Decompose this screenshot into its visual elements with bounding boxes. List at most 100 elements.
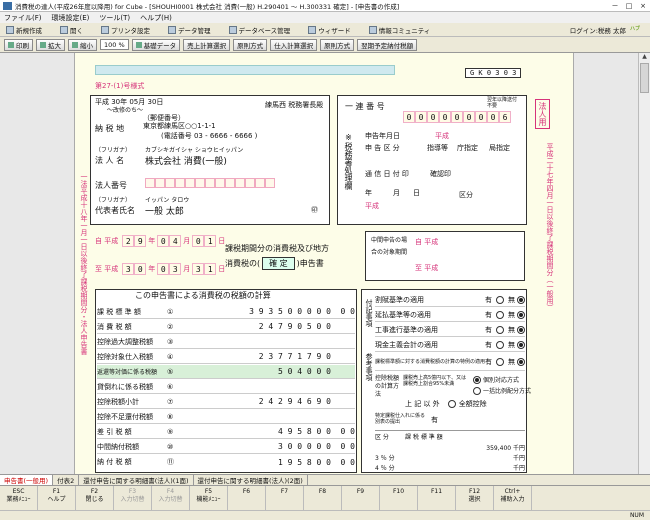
zoom-select[interactable]: 100 % (100, 39, 129, 50)
f9-key[interactable]: F9 (342, 486, 380, 510)
period-from-digit[interactable]: 0 (192, 235, 205, 247)
yes-radio[interactable] (496, 310, 504, 319)
corp-name[interactable]: 株式会社 消費(一般) (145, 154, 227, 167)
scroll-thumb[interactable] (640, 63, 649, 93)
esc-key[interactable]: ESC 業務ﾒﾆｭｰ (0, 486, 38, 510)
period-from-digit[interactable]: 2 (122, 235, 135, 247)
f12-key[interactable]: F12 選択 (456, 486, 494, 510)
period-to-digit[interactable]: 1 (204, 263, 217, 275)
f11-key[interactable]: F11 (418, 486, 456, 510)
maximize-button[interactable]: □ (622, 1, 636, 11)
scroll-up-icon[interactable]: ▲ (639, 53, 650, 63)
sales-calc-label: 売上計算選択 (187, 41, 227, 50)
no-radio[interactable] (517, 295, 525, 304)
new-button[interactable]: 新規作成 (4, 24, 44, 36)
row-value[interactable]: 1 9 5 8 0 0 (181, 458, 331, 467)
row-value[interactable]: 3 0 0 0 0 0 (181, 442, 331, 451)
base-data-button[interactable]: 基礎データ (131, 38, 181, 51)
row-label: 納 付 税 額 (97, 458, 132, 466)
no-radio[interactable] (517, 325, 525, 334)
top-input-bar[interactable] (95, 65, 395, 75)
period-to-digit[interactable]: 3 (169, 263, 182, 275)
filing-heisei: 平成 (435, 132, 449, 140)
f8-key[interactable]: F8 (304, 486, 342, 510)
menu-tools[interactable]: ツール(T) (99, 13, 130, 23)
row-value[interactable]: 3 9 3 5 0 0 0 0 0 (181, 307, 331, 316)
office-label: 庁指定 (457, 144, 478, 152)
f3-key[interactable]: F3 入力切替 (114, 486, 152, 510)
f10-key[interactable]: F10 (380, 486, 418, 510)
print-button[interactable]: 印刷 (4, 38, 33, 51)
app-icon (3, 1, 12, 10)
f7-key[interactable]: F7 (266, 486, 304, 510)
f4-key[interactable]: F4 入力切替 (152, 486, 190, 510)
key-label: 閉じる (85, 496, 104, 503)
period-from-digit[interactable]: 4 (169, 235, 182, 247)
lump-radio[interactable] (473, 386, 481, 395)
rep-name[interactable]: 一般 太郎 (145, 204, 184, 217)
minimize-button[interactable]: － (608, 1, 622, 11)
key-name: F4 (166, 488, 175, 495)
purchase-method-button[interactable]: 原則方式 (320, 38, 355, 51)
row-value[interactable]: 5 0 4 0 0 0 (181, 367, 331, 376)
row-unit: 0 0 (340, 442, 355, 451)
zoom-in-button[interactable]: 拡大 (36, 38, 65, 51)
other-label: 上 記 以 外 (405, 400, 440, 408)
period-to-digit[interactable]: 3 (122, 263, 135, 275)
printer-setup-button[interactable]: プリンタ設定 (99, 24, 152, 36)
tab-refund-1[interactable]: 還付申告に関する明細書(法人)(1面) (79, 475, 194, 485)
address: 東京都練馬区○○1-1-1 (143, 122, 216, 130)
community-button[interactable]: 情報コミュニティ (367, 24, 433, 36)
tab-refund-2[interactable]: 還付申告に関する明細書(法人)(2面) (194, 475, 308, 485)
individual-radio[interactable] (473, 375, 481, 384)
period-to-row: 至 平成 30 年 03 月 31 日 (95, 263, 227, 275)
period-to-digit[interactable]: 3 (192, 263, 205, 275)
purchase-calc-button[interactable]: 仕入計算選択 (270, 38, 318, 51)
key-name: F9 (356, 488, 365, 495)
yes-radio[interactable] (496, 340, 504, 349)
period-from-row: 自 平成 29 年 04 月 01 日 (95, 235, 227, 247)
db-mgmt-button[interactable]: データベース管理 (227, 24, 293, 36)
open-button[interactable]: 開く (58, 24, 85, 36)
zoom-out-button[interactable]: 縮小 (68, 38, 97, 51)
yes-radio[interactable] (496, 357, 504, 366)
period-from-digit[interactable]: 1 (204, 235, 217, 247)
sales-method-button[interactable]: 原則方式 (233, 38, 268, 51)
menu-help[interactable]: ヘルプ(H) (140, 13, 172, 23)
row-value[interactable]: 2 3 7 7 1 7 9 0 (181, 352, 331, 361)
no-radio[interactable] (517, 357, 525, 366)
tab-return-general[interactable]: 申告書(一般用) (0, 475, 54, 485)
calc-row: 差 引 税 額 ⑨ 4 9 5 8 0 0 0 0 (97, 425, 355, 439)
no-radio[interactable] (517, 340, 525, 349)
ctrl-key[interactable]: Ctrl+ 補助入力 (494, 486, 532, 510)
return-type-select[interactable]: 確 定 (262, 257, 295, 270)
base-data-icon (135, 41, 142, 48)
menu-file[interactable]: ファイル(F) (4, 13, 42, 23)
f6-key[interactable]: F6 (228, 486, 266, 510)
f5-key[interactable]: F5 機能ﾒﾆｭｰ (190, 486, 228, 510)
period-to-digit[interactable]: 0 (134, 263, 147, 275)
corp-number-cells[interactable] (145, 178, 275, 188)
period-from-digit[interactable]: 9 (134, 235, 147, 247)
row-value[interactable]: 2 4 7 9 0 5 0 0 (181, 322, 331, 331)
period-to-digit[interactable]: 0 (157, 263, 170, 275)
data-mgmt-button[interactable]: データ管理 (166, 24, 213, 36)
next-tax-button[interactable]: 翌期予定納付税額 (357, 38, 418, 51)
menu-settings[interactable]: 環境設定(E) (52, 13, 90, 23)
row-value[interactable]: 2 4 2 9 4 6 9 0 (181, 397, 331, 406)
open-icon (60, 25, 68, 34)
f2-key[interactable]: F2 閉じる (76, 486, 114, 510)
wizard-button[interactable]: ウィザード (306, 24, 353, 36)
no-radio[interactable] (517, 310, 525, 319)
f1-key[interactable]: F1 ヘルプ (38, 486, 76, 510)
sales-calc-button[interactable]: 売上計算選択 (183, 38, 231, 51)
row-value[interactable]: 4 9 5 8 0 0 (181, 427, 331, 436)
full-deduct-radio[interactable] (447, 400, 456, 408)
tab-appendix2[interactable]: 付表2 (53, 475, 80, 485)
close-button[interactable]: × (636, 1, 650, 11)
vertical-scrollbar[interactable]: ▲ (638, 53, 650, 474)
yes-radio[interactable] (496, 325, 504, 334)
period-from-digit[interactable]: 0 (157, 235, 170, 247)
yes-radio[interactable] (496, 295, 504, 304)
zoom-out-icon (72, 41, 78, 48)
